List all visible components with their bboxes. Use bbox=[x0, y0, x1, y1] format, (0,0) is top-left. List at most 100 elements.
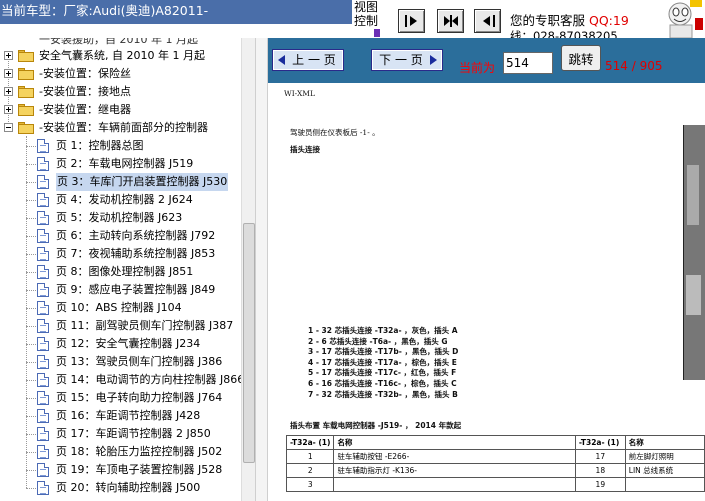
document-icon bbox=[37, 391, 49, 405]
tree-folder-label: -安装位置：继电器 bbox=[39, 103, 131, 116]
tree-page-item[interactable]: 页 19：车顶电子装置控制器 J528 bbox=[0, 461, 245, 479]
tree-scrollbar-thumb[interactable] bbox=[243, 223, 255, 463]
document-icon bbox=[37, 157, 49, 171]
page-count: 514 / 905 bbox=[605, 59, 663, 73]
tree-page-label: 页 6：主动转向系统控制器 J792 bbox=[56, 229, 216, 242]
tree-page-label: 页 11：副驾驶员侧车门控制器 J387 bbox=[56, 319, 234, 332]
tree-page-item[interactable]: 页 12：安全气囊控制器 J234 bbox=[0, 335, 245, 353]
arrow-bar-left-icon bbox=[483, 15, 495, 27]
table-cell: 19 bbox=[574, 477, 626, 492]
tree-page-item[interactable]: 页 6：主动转向系统控制器 J792 bbox=[0, 227, 245, 245]
tree-page-item[interactable]: 页 10：ABS 控制器 J104 bbox=[0, 299, 245, 317]
tree-page-label: 页 3：车库门开启装置控制器 J530 bbox=[56, 173, 229, 191]
table-cell: 前左脚灯照明 bbox=[624, 449, 705, 464]
split-view-button[interactable] bbox=[437, 9, 464, 33]
tree-page-item[interactable]: 页 8：图像处理控制器 J851 bbox=[0, 263, 245, 281]
tree-page-label: 页 13：驾驶员侧车门控制器 J386 bbox=[56, 355, 223, 368]
tree-page-item[interactable]: 页 14：电动调节的方向柱控制器 J866 bbox=[0, 371, 245, 389]
next-page-button[interactable]: 下 一 页 bbox=[371, 49, 443, 71]
jump-button[interactable]: 跳转 bbox=[561, 45, 601, 71]
tree-page-label: 页 5：发动机控制器 J623 bbox=[56, 211, 183, 224]
page-number-input[interactable] bbox=[503, 52, 553, 74]
table-header-cell: 名称 bbox=[624, 435, 705, 450]
connector-line: 4 - 17 芯插头连接 -T17a- ，棕色，插头 E bbox=[308, 357, 457, 367]
table-cell: 2 bbox=[285, 463, 335, 478]
expand-left-button[interactable] bbox=[474, 9, 501, 33]
pane-splitter[interactable] bbox=[255, 38, 268, 501]
view-control-text: 视图控制 bbox=[354, 0, 379, 28]
tree-page-item[interactable]: 页 2：车载电网控制器 J519 bbox=[0, 155, 245, 173]
document-icon bbox=[37, 373, 49, 387]
tree-page-item[interactable]: 页 15：电子转向助力控制器 J764 bbox=[0, 389, 245, 407]
tree-page-label: 页 9：感应电子装置控制器 J849 bbox=[56, 283, 216, 296]
tree-page-item[interactable]: 页 3：车库门开启装置控制器 J530 bbox=[0, 173, 245, 191]
tree-page-label: 页 14：电动调节的方向柱控制器 J866 bbox=[56, 373, 245, 386]
tree-page-item[interactable]: 页 7：夜视辅助系统控制器 J853 bbox=[0, 245, 245, 263]
tree-scrollbar[interactable] bbox=[241, 38, 255, 501]
tree-page-item[interactable]: 页 18：轮胎压力监控控制器 J502 bbox=[0, 443, 245, 461]
top-bar: 当前车型：厂家:Audi(奥迪)A82011- 视图控制 您的专职客服 QQ:1… bbox=[0, 0, 705, 38]
tree-page-item[interactable]: 页 9：感应电子装置控制器 J849 bbox=[0, 281, 245, 299]
connector-line: 1 - 32 芯插头连接 -T32a- ，灰色，插头 A bbox=[308, 326, 458, 335]
document-icon bbox=[37, 463, 49, 477]
document-icon bbox=[37, 337, 49, 351]
folder-open-icon bbox=[18, 122, 34, 134]
table-cell: 3 bbox=[285, 477, 335, 492]
table-header-cell: -T32a- (1) bbox=[285, 435, 335, 450]
tree-page-item[interactable]: 页 5：发动机控制器 J623 bbox=[0, 209, 245, 227]
tree-folder-label: -安装位置：接地点 bbox=[39, 85, 131, 98]
document-page: WI-XML 驾驶员侧在仪表板后 -1- 。 插头连接 1 - 32 芯插头连接… bbox=[268, 83, 705, 501]
tree-page-label: 页 18：轮胎压力监控控制器 J502 bbox=[56, 445, 223, 458]
tree-page-label: 页 19：车顶电子装置控制器 J528 bbox=[56, 463, 223, 476]
doc-table-title: 插头布置 车载电网控制器 -J519- ， 2014 年款起 bbox=[290, 421, 462, 430]
document-icon bbox=[37, 139, 49, 153]
view-control-marker-icon bbox=[374, 29, 380, 37]
table-row: 2 驻车辅助指示灯 -K136- 18 LIN 总线系统 bbox=[285, 463, 705, 478]
expand-right-button[interactable] bbox=[398, 9, 425, 33]
tree-page-item[interactable]: 页 4：发动机控制器 2 J624 bbox=[0, 191, 245, 209]
connector-line: 6 - 16 芯插头连接 -T16c- ，棕色，插头 C bbox=[308, 379, 457, 388]
tree-page-item[interactable]: 页 16：车距调节控制器 J428 bbox=[0, 407, 245, 425]
table-row: 3 19 bbox=[285, 477, 705, 492]
document-icon bbox=[37, 445, 49, 459]
prev-page-button[interactable]: 上 一 页 bbox=[272, 49, 344, 71]
tree-page-item[interactable]: 页 13：驾驶员侧车门控制器 J386 bbox=[0, 353, 245, 371]
current-page-label: 当前为 bbox=[459, 61, 496, 75]
tree-page-label: 页 20：转向辅助控制器 J500 bbox=[56, 481, 201, 494]
expand-icon[interactable] bbox=[4, 105, 13, 114]
document-icon bbox=[37, 409, 49, 423]
tree-page-label: 页 10：ABS 控制器 J104 bbox=[56, 301, 182, 314]
tree-folder-fuses[interactable]: -安装位置：保险丝 bbox=[0, 65, 245, 83]
tree-folder-relays[interactable]: -安装位置：继电器 bbox=[0, 101, 245, 119]
tree-folder-ground-points[interactable]: -安装位置：接地点 bbox=[0, 83, 245, 101]
folder-icon bbox=[18, 104, 34, 116]
tree-page-item[interactable]: 页 20：转向辅助控制器 J500 bbox=[0, 479, 245, 497]
tree-page-label: 页 1：控制器总图 bbox=[56, 139, 144, 152]
tree-folder-airbag[interactable]: 安全气囊系统, 自 2010 年 1 月起 bbox=[0, 47, 245, 65]
tree-page-label: 页 7：夜视辅助系统控制器 J853 bbox=[56, 247, 216, 260]
tree-page-label: 页 2：车载电网控制器 J519 bbox=[56, 157, 194, 170]
collapse-icon[interactable] bbox=[4, 123, 13, 132]
document-icon bbox=[37, 301, 49, 315]
arrows-inward-icon bbox=[444, 15, 458, 27]
document-icon bbox=[37, 283, 49, 297]
tree-folder-label: -安装位置：车辆前面部分的控制器 bbox=[39, 121, 208, 134]
document-viewer: 上 一 页 下 一 页 当前为 跳转 514 / 905 WI-XML 驾驶员侧… bbox=[268, 38, 705, 501]
document-icon bbox=[37, 481, 49, 495]
expand-icon[interactable] bbox=[4, 87, 13, 96]
tree-page-item[interactable]: 页 1：控制器总图 bbox=[0, 137, 245, 155]
expand-icon[interactable] bbox=[4, 51, 13, 60]
connector-line: 2 - 6 芯插头连接 -T6a- ，黑色，插头 G bbox=[308, 336, 448, 346]
document-icon bbox=[37, 247, 49, 261]
tree-page-item[interactable]: 页 17：车距调节控制器 2 J850 bbox=[0, 425, 245, 443]
tree-page-label: 页 17：车距调节控制器 2 J850 bbox=[56, 427, 211, 440]
tree-page-item[interactable]: 页 11：副驾驶员侧车门控制器 J387 bbox=[0, 317, 245, 335]
connector-line: 3 - 17 芯插头连接 -T17b- ，黑色，插头 D bbox=[308, 347, 459, 357]
document-icon bbox=[37, 229, 49, 243]
tree-folder-front-controllers[interactable]: -安装位置：车辆前面部分的控制器 bbox=[0, 119, 245, 137]
expand-icon[interactable] bbox=[4, 69, 13, 78]
qq-contact[interactable]: QQ:19 bbox=[589, 13, 629, 28]
folder-icon bbox=[18, 68, 34, 80]
next-page-label: 下 一 页 bbox=[379, 53, 423, 67]
tree-folder-label: -安装位置：保险丝 bbox=[39, 67, 131, 80]
